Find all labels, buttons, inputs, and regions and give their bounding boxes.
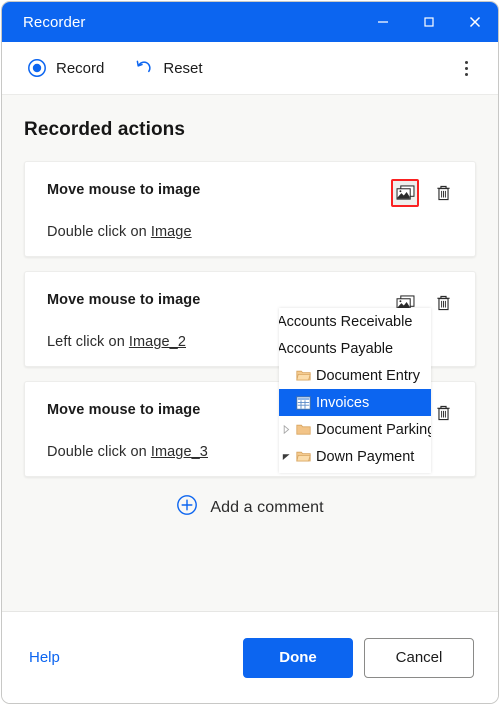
maximize-button[interactable] [406,2,452,42]
action-card[interactable]: Move mouse to image [24,161,476,257]
tree-item-label: Document Entry [316,367,420,384]
delete-action-button[interactable] [429,289,457,317]
maximize-icon [424,17,434,27]
add-comment-button[interactable]: Add a comment [24,494,476,521]
tree-item-label: Document Parking [316,421,431,438]
action-description: Double click on Image [47,224,457,240]
tree-item-down-payment[interactable]: Down Payment [279,443,431,470]
folder-closed-icon [293,423,314,436]
tree-item-label: Accounts Payable [279,340,394,357]
tree-item-accounts-payable[interactable]: Accounts Payable [279,335,431,362]
close-button[interactable] [452,2,498,42]
folder-open-icon [293,369,314,382]
action-target-link[interactable]: Image_2 [129,334,186,350]
toolbar: Record Reset [2,42,498,95]
content-area: Recorded actions Move mouse to image Dou… [2,95,498,611]
tree-item-document-parking[interactable]: Document Parking [279,416,431,443]
add-comment-label: Add a comment [210,498,324,516]
window-controls [360,2,498,42]
close-icon [469,16,481,28]
trash-icon [436,295,450,311]
more-options-button[interactable] [450,52,482,84]
window-title: Recorder [23,13,86,31]
tree-item-label: Down Payment [316,448,415,465]
undo-arrow-icon [134,58,154,78]
tree-item-invoices[interactable]: Invoices [279,389,431,416]
tree-item-document-entry[interactable]: Document Entry [279,362,431,389]
action-card-icons [391,179,457,207]
footer-buttons: Done Cancel [243,637,474,678]
done-button[interactable]: Done [243,637,353,678]
action-title: Move mouse to image [47,182,201,198]
cancel-button[interactable]: Cancel [364,637,474,678]
chevron-right-icon[interactable] [279,425,293,434]
more-vertical-icon-dot-3 [464,72,468,76]
chevron-down-icon[interactable] [279,453,293,461]
recorder-window: Recorder Record Reset Recorded actions M… [1,1,499,704]
tree-item-accounts-receivable[interactable]: Accounts Receivable [279,308,431,335]
footer-bar: Help Done Cancel [2,611,498,703]
tree-item-label: Accounts Receivable [279,313,413,330]
help-link[interactable]: Help [29,649,60,666]
reset-button[interactable]: Reset [126,54,210,82]
record-circle-icon [27,58,47,78]
trash-icon [436,405,450,421]
trash-icon [436,185,450,201]
delete-action-button[interactable] [429,179,457,207]
action-target-link[interactable]: Image [151,224,192,240]
action-target-link[interactable]: Image_3 [151,444,208,460]
action-verb: Left click on [47,334,125,350]
tree-item-label: Invoices [316,394,370,411]
action-verb: Double click on [47,444,147,460]
plus-circle-icon [176,494,198,521]
folder-open-icon [293,450,314,463]
record-label: Record [56,59,105,77]
grid-table-icon [293,395,314,410]
page-title: Recorded actions [24,119,186,140]
recorder-window-root: Recorder Record Reset Recorded actions M… [0,0,500,705]
more-vertical-icon-dot-1 [464,60,468,64]
action-title: Move mouse to image [47,402,201,418]
picture-icon [396,185,414,200]
title-bar: Recorder [2,2,498,42]
tree-item-down-payment-child[interactable]: Down Payment [279,470,431,473]
action-verb: Double click on [47,224,147,240]
action-card-header: Move mouse to image [47,179,457,207]
image-preview-popup: Accounts Receivable Accounts Payable Doc… [279,308,431,473]
delete-action-button[interactable] [429,399,457,427]
record-button[interactable]: Record [19,54,112,82]
more-vertical-icon-dot-2 [464,66,468,70]
reset-label: Reset [163,59,203,77]
minimize-icon [378,21,388,23]
minimize-button[interactable] [360,2,406,42]
action-title: Move mouse to image [47,292,201,308]
image-preview-button[interactable] [391,179,419,207]
